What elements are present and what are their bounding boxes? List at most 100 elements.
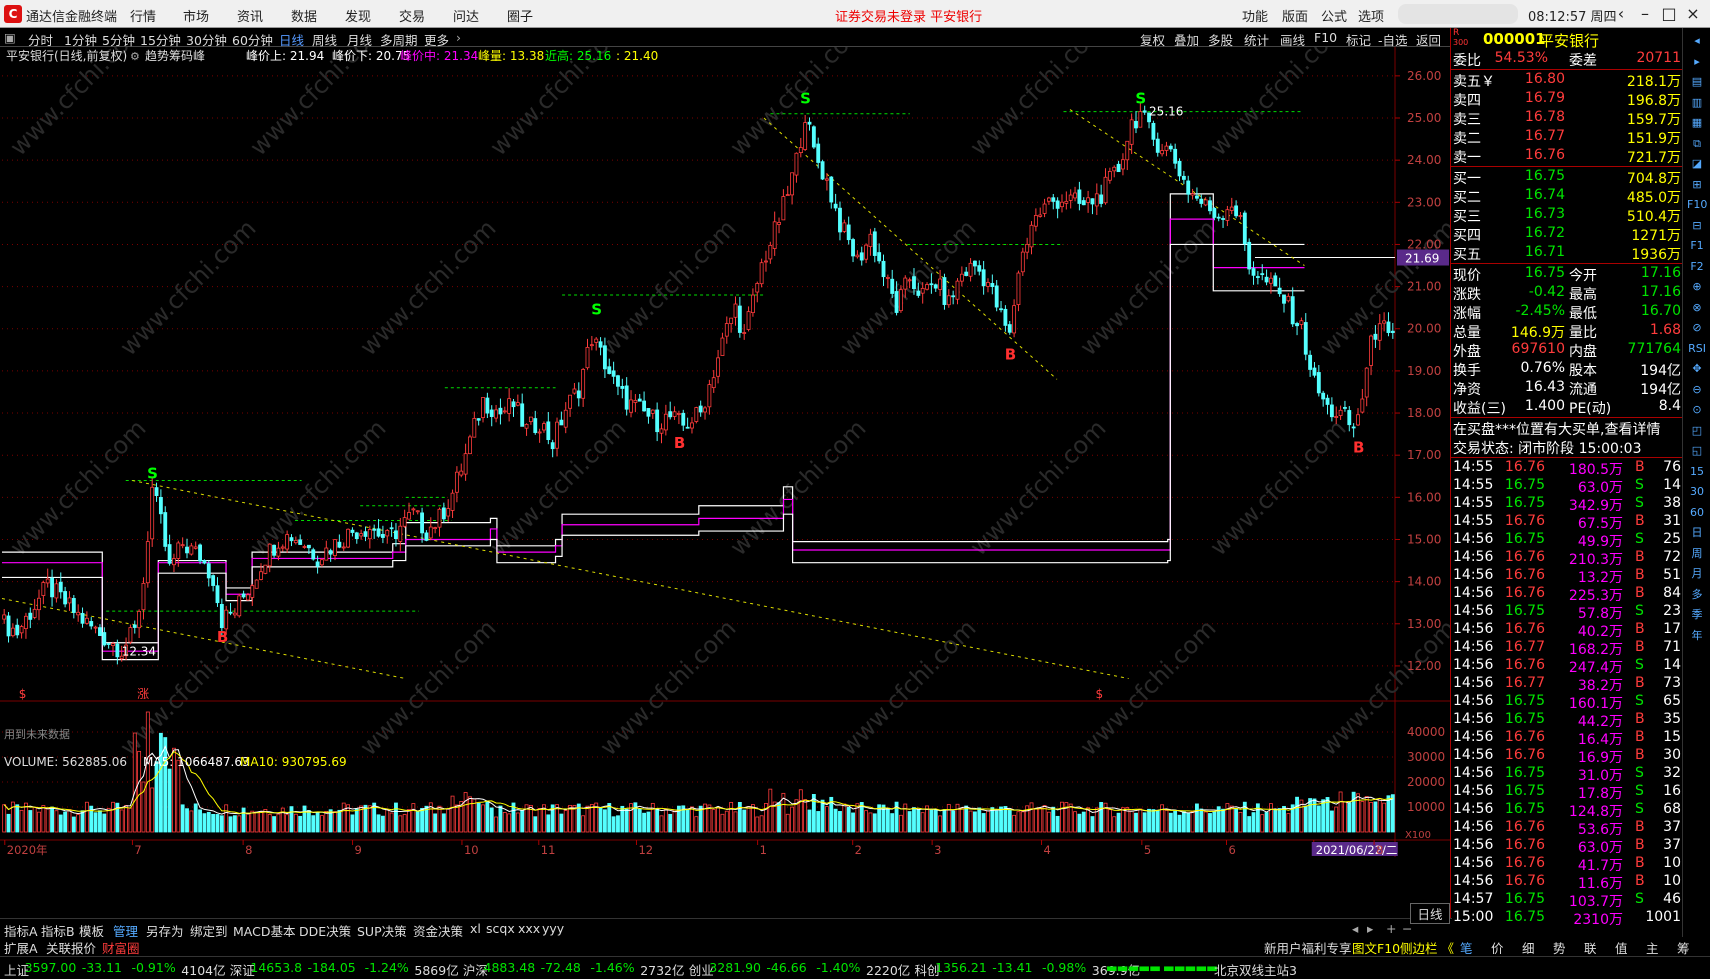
tick-volume: 63.0万 xyxy=(1577,480,1623,496)
quote-tab[interactable]: 筹 xyxy=(1677,938,1690,957)
side-tool-icon[interactable]: ✥ xyxy=(1687,360,1707,378)
quote-tab[interactable]: 细 xyxy=(1522,938,1535,957)
side-tool-icon[interactable]: ⊕ xyxy=(1687,278,1707,296)
menu-xuanxiang[interactable]: 选项 xyxy=(1358,6,1384,25)
menu-banmian[interactable]: 版面 xyxy=(1282,6,1308,25)
side-tool-icon[interactable]: ⊘ xyxy=(1687,319,1707,337)
quote-tab[interactable]: 主 xyxy=(1646,938,1659,957)
quote-tab[interactable]: 价 xyxy=(1491,938,1504,957)
menu-wenda[interactable]: 问达 xyxy=(453,6,479,25)
server-name[interactable]: 北京双线主站3 xyxy=(1214,960,1297,979)
quote-tab[interactable]: 联 xyxy=(1584,938,1597,957)
quote-tab[interactable]: 笔 xyxy=(1460,938,1473,957)
tab-xxx[interactable]: xxx xyxy=(518,921,540,936)
side-tool-icon[interactable]: 周 xyxy=(1687,545,1707,563)
volume-bar xyxy=(180,804,185,833)
scroll-arrow-right-icon[interactable]: ▸ xyxy=(1367,921,1373,936)
promo-link[interactable]: 新用户福利专享 xyxy=(1264,938,1352,957)
side-tool-icon[interactable]: ◱ xyxy=(1687,442,1707,460)
side-tool-icon[interactable]: ◪ xyxy=(1687,155,1707,173)
side-tool-icon[interactable]: ▥ xyxy=(1687,94,1707,112)
tab-scqx[interactable]: scqx xyxy=(486,921,515,936)
kline-chart[interactable]: www.cfchi.com www.cfchi.com www.cfchi.com w… xyxy=(0,14,1461,909)
tick-side: B xyxy=(1635,819,1645,835)
side-tool-icon[interactable]: 30 xyxy=(1687,483,1707,501)
side-tool-icon[interactable]: ⊞ xyxy=(1687,176,1707,194)
quote-tab[interactable]: 值 xyxy=(1615,938,1628,957)
side-tool-icon[interactable]: 季 xyxy=(1687,606,1707,624)
search-box[interactable] xyxy=(1398,4,1518,24)
tick-time: 14:56 xyxy=(1453,639,1494,655)
menu-faxian[interactable]: 发现 xyxy=(345,6,371,25)
side-tool-icon[interactable]: ▦ xyxy=(1687,114,1707,132)
panel-toggle-icon[interactable]: ▣ xyxy=(4,30,16,45)
tab-xl[interactable]: xl xyxy=(470,921,481,936)
menu-zixun[interactable]: 资讯 xyxy=(237,6,263,25)
tick-count: 23 xyxy=(1663,603,1681,619)
side-tool-icon[interactable]: ▸ xyxy=(1687,53,1707,71)
login-status[interactable]: 证券交易未登录 平安银行 xyxy=(835,6,982,25)
back-icon[interactable]: ‹ xyxy=(1610,3,1632,25)
candle-body xyxy=(942,277,947,305)
tool-f10[interactable]: F10 xyxy=(1314,30,1337,45)
side-tool-icon[interactable]: F2 xyxy=(1687,258,1707,276)
daily-switch[interactable]: 日线 xyxy=(1410,903,1450,924)
menu-gongshi[interactable]: 公式 xyxy=(1321,6,1347,25)
side-tool-icon[interactable]: F1 xyxy=(1687,237,1707,255)
side-tool-icon[interactable]: ⊟ xyxy=(1687,217,1707,235)
x-tick-label: 1 xyxy=(760,843,767,857)
volume-bar xyxy=(502,812,507,833)
side-tool-icon[interactable]: 年 xyxy=(1687,627,1707,645)
side-tool-icon[interactable]: ⊗ xyxy=(1687,299,1707,317)
tab-yyy[interactable]: yyy xyxy=(542,921,564,936)
maximize-icon[interactable]: □ xyxy=(1658,3,1680,25)
menu-gongneng[interactable]: 功能 xyxy=(1242,6,1268,25)
close-icon[interactable]: × xyxy=(1682,3,1704,25)
tick-count: 46 xyxy=(1663,891,1681,907)
quote-row: 总量 146.9万 量比 1.68 xyxy=(1451,322,1683,341)
side-tool-icon[interactable]: ⊙ xyxy=(1687,401,1707,419)
tab-extend-a[interactable]: 扩展A xyxy=(4,938,38,957)
side-tool-icon[interactable]: RSI xyxy=(1687,340,1707,358)
volume-bar xyxy=(498,805,503,833)
bid-label: 买二 xyxy=(1453,190,1481,206)
volume-bar xyxy=(394,802,398,833)
side-tool-icon[interactable]: 15 xyxy=(1687,463,1707,481)
side-tool-icon[interactable]: F10 xyxy=(1687,196,1707,214)
quote-tab[interactable]: 势 xyxy=(1553,938,1566,957)
side-tool-icon[interactable]: 月 xyxy=(1687,565,1707,583)
menu-hangqing[interactable]: 行情 xyxy=(130,6,156,25)
tick-side: S xyxy=(1635,783,1644,799)
tab-wealth-circle[interactable]: 财富圈 xyxy=(102,938,140,957)
trend-line xyxy=(763,117,1058,380)
minimize-icon[interactable]: – xyxy=(1634,3,1656,25)
candle-body xyxy=(1264,276,1269,283)
menu-jiaoyi[interactable]: 交易 xyxy=(399,6,425,25)
more-arrow-icon[interactable]: › xyxy=(456,30,461,45)
candle-body xyxy=(1373,333,1378,340)
menu-shuju[interactable]: 数据 xyxy=(291,6,317,25)
tab-related-quote[interactable]: 关联报价 xyxy=(46,938,96,957)
scroll-arrow-icon[interactable]: ◂ xyxy=(1352,921,1358,936)
side-tool-icon[interactable]: ◂ xyxy=(1687,32,1707,50)
side-tool-icon[interactable]: 60 xyxy=(1687,504,1707,522)
weicha-value: 20711 xyxy=(1636,50,1681,66)
zoom-in-icon[interactable]: + xyxy=(1386,921,1396,936)
side-tool-icon[interactable]: ◰ xyxy=(1687,422,1707,440)
tab-f10-graphic[interactable]: 图文F10 xyxy=(1352,938,1400,957)
chart-area[interactable]: www.cfchi.com www.cfchi.com www.cfchi.com w… xyxy=(0,14,1461,909)
side-tool-icon[interactable]: ⊖ xyxy=(1687,381,1707,399)
side-tool-icon[interactable]: ▤ xyxy=(1687,73,1707,91)
tick-side: S xyxy=(1635,657,1644,673)
candle-body xyxy=(1216,216,1221,219)
side-tool-icon[interactable]: 日 xyxy=(1687,524,1707,542)
indicator-toggle-icon[interactable]: ⚙ xyxy=(130,50,140,63)
side-tool-icon[interactable]: 多 xyxy=(1687,586,1707,604)
menu-quanzi[interactable]: 圈子 xyxy=(507,6,533,25)
volume-bar xyxy=(1112,816,1117,833)
volume-bar xyxy=(276,813,281,833)
menu-shichang[interactable]: 市场 xyxy=(183,6,209,25)
side-tool-icon[interactable]: ⧉ xyxy=(1687,135,1707,153)
candle-body xyxy=(820,161,825,180)
sidebar-toggle[interactable]: 侧边栏 《 xyxy=(1400,938,1454,957)
